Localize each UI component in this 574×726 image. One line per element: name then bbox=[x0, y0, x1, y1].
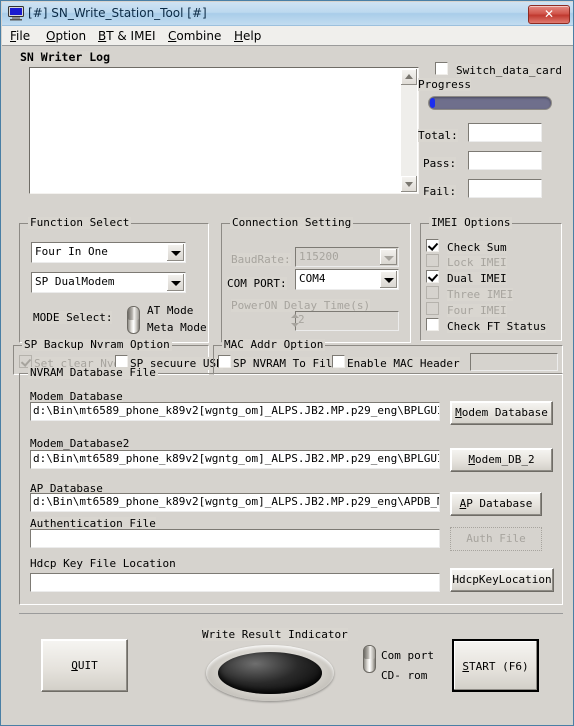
fail-value-field[interactable] bbox=[468, 179, 542, 198]
at-mode-label: AT Mode bbox=[147, 304, 194, 317]
log-title: SN Writer Log bbox=[20, 50, 111, 64]
quit-button[interactable]: QUIT bbox=[41, 639, 128, 692]
connection-setting-title: Connection Setting bbox=[230, 216, 354, 229]
total-value-field[interactable] bbox=[468, 123, 542, 142]
mode-select-toggle[interactable] bbox=[127, 306, 140, 334]
imei-label-dual-imei: Dual IMEI bbox=[447, 272, 507, 285]
pass-label: Pass: bbox=[423, 157, 457, 170]
chevron-down-icon bbox=[380, 249, 397, 265]
modem-type-combo[interactable]: SP DualModem bbox=[31, 272, 186, 293]
log-textarea[interactable] bbox=[30, 68, 401, 193]
menu-item-file[interactable]: File bbox=[10, 29, 30, 43]
meta-mode-label: Meta Mode bbox=[147, 321, 207, 334]
imei-options-title: IMEI Options bbox=[429, 216, 513, 229]
imei-label-check-ft-status: Check FT Status bbox=[447, 320, 547, 333]
modem-database-button[interactable]: Modem Database bbox=[450, 401, 553, 425]
imei-checkbox-four-imei bbox=[426, 302, 439, 315]
progress-bar bbox=[428, 96, 552, 110]
switch-data-card-checkbox[interactable] bbox=[435, 62, 448, 75]
comport-combo[interactable]: COM4 bbox=[295, 269, 399, 290]
triangle-up-icon[interactable] bbox=[401, 69, 417, 85]
menu-item-combine[interactable]: Combine bbox=[168, 29, 221, 43]
imei-label-check-sum: Check Sum bbox=[447, 241, 507, 254]
modem-type-value: SP DualModem bbox=[35, 275, 115, 288]
write-result-indicator-label: Write Result Indicator bbox=[202, 628, 348, 641]
poweron-delay-stepper bbox=[289, 311, 300, 331]
window-title: [#] SN_Write_Station_Tool [#] bbox=[28, 6, 207, 20]
imei-checkbox-three-imei bbox=[426, 286, 439, 299]
menu-bar: File Option BT & IMEI Combine Help bbox=[2, 26, 573, 46]
sp-backup-title: SP Backup Nvram Option bbox=[22, 338, 172, 351]
auth-file-button: Auth File bbox=[450, 527, 542, 551]
progress-label: Progress bbox=[418, 78, 471, 91]
comport-label: COM PORT: bbox=[227, 277, 287, 290]
menu-item-option[interactable]: Option bbox=[46, 29, 86, 43]
imei-checkbox-check-sum[interactable] bbox=[426, 239, 439, 252]
computer-icon bbox=[8, 6, 24, 21]
menu-item-bt-imei[interactable]: BT & IMEI bbox=[98, 29, 156, 43]
baudrate-label: BaudRate: bbox=[231, 253, 291, 266]
cd-rom-label: CD- rom bbox=[381, 669, 428, 682]
mode-select-label: MODE Select: bbox=[33, 311, 113, 324]
imei-checkbox-check-ft-status[interactable] bbox=[426, 318, 439, 331]
hdcp-key-location-button[interactable]: HdcpKeyLocation bbox=[450, 568, 554, 592]
log-scrollbar[interactable] bbox=[401, 69, 417, 192]
ap-database-field[interactable]: d:\Bin\mt6589_phone_k89v2[wgntg_om]_ALPS… bbox=[30, 493, 440, 512]
enable-mac-header-checkbox[interactable] bbox=[332, 355, 345, 368]
mac-header-field bbox=[470, 353, 558, 371]
footer-divider bbox=[19, 613, 563, 614]
modem-database-field[interactable]: d:\Bin\mt6589_phone_k89v2[wgntg_om]_ALPS… bbox=[30, 402, 440, 421]
switch-data-card-label: Switch_data_card bbox=[456, 64, 562, 77]
total-label: Total: bbox=[418, 129, 458, 142]
enable-mac-header-label: Enable MAC Header bbox=[347, 357, 460, 370]
sp-nvram-to-file-label: SP NVRAM To File bbox=[233, 357, 339, 370]
pass-value-field[interactable] bbox=[468, 151, 542, 170]
function-select-combo[interactable]: Four In One bbox=[31, 242, 186, 263]
log-panel bbox=[29, 67, 419, 194]
comport-cdrom-toggle[interactable] bbox=[363, 645, 376, 673]
title-bar: [#] SN_Write_Station_Tool [#] ✕ bbox=[2, 2, 573, 26]
menu-item-help[interactable]: Help bbox=[234, 29, 261, 43]
hdcp-key-location-label: Hdcp Key File Location bbox=[30, 557, 176, 570]
stepper-down-icon bbox=[291, 323, 299, 327]
chevron-down-icon[interactable] bbox=[167, 244, 184, 261]
triangle-down-icon[interactable] bbox=[401, 176, 417, 192]
baudrate-value: 115200 bbox=[299, 250, 339, 263]
imei-checkbox-lock-imei bbox=[426, 254, 439, 267]
chevron-down-icon[interactable] bbox=[167, 274, 184, 291]
imei-label-lock-imei: Lock IMEI bbox=[447, 256, 507, 269]
authentication-file-field[interactable] bbox=[30, 529, 440, 548]
mac-addr-option-title: MAC Addr Option bbox=[222, 338, 326, 351]
sp-nvram-to-file-checkbox[interactable] bbox=[218, 355, 231, 368]
close-button[interactable]: ✕ bbox=[528, 5, 570, 24]
function-select-value: Four In One bbox=[35, 245, 108, 258]
modem-db-2-button[interactable]: Modem_DB_2 bbox=[450, 448, 553, 472]
ap-database-button[interactable]: AP Database bbox=[450, 492, 542, 516]
function-select-title: Function Select bbox=[28, 216, 132, 229]
application-window: [#] SN_Write_Station_Tool [#] ✕ File Opt… bbox=[0, 0, 574, 726]
modem-database2-field[interactable]: d:\Bin\mt6589_phone_k89v2[wgntg_om]_ALPS… bbox=[30, 450, 440, 469]
nvram-database-title: NVRAM Database File bbox=[28, 366, 158, 379]
baudrate-combo: 115200 bbox=[295, 247, 399, 267]
modem-database2-label: Modem_Database2 bbox=[30, 437, 130, 450]
com-port-label: Com port bbox=[381, 649, 434, 662]
imei-checkbox-dual-imei[interactable] bbox=[426, 270, 439, 283]
comport-value: COM4 bbox=[299, 272, 326, 285]
progress-bar-fill bbox=[430, 98, 435, 108]
stepper-up-icon bbox=[291, 314, 299, 318]
write-result-indicator-lamp bbox=[206, 645, 334, 701]
hdcp-key-location-field[interactable] bbox=[30, 573, 440, 592]
lamp-bulb bbox=[218, 652, 322, 694]
fail-label: Fail: bbox=[423, 185, 457, 198]
imei-label-four-imei: Four IMEI bbox=[447, 304, 507, 317]
start-button[interactable]: START (F6) bbox=[452, 639, 539, 692]
imei-label-three-imei: Three IMEI bbox=[447, 288, 514, 301]
chevron-down-icon[interactable] bbox=[380, 271, 397, 288]
poweron-delay-field: 2 bbox=[295, 311, 399, 331]
